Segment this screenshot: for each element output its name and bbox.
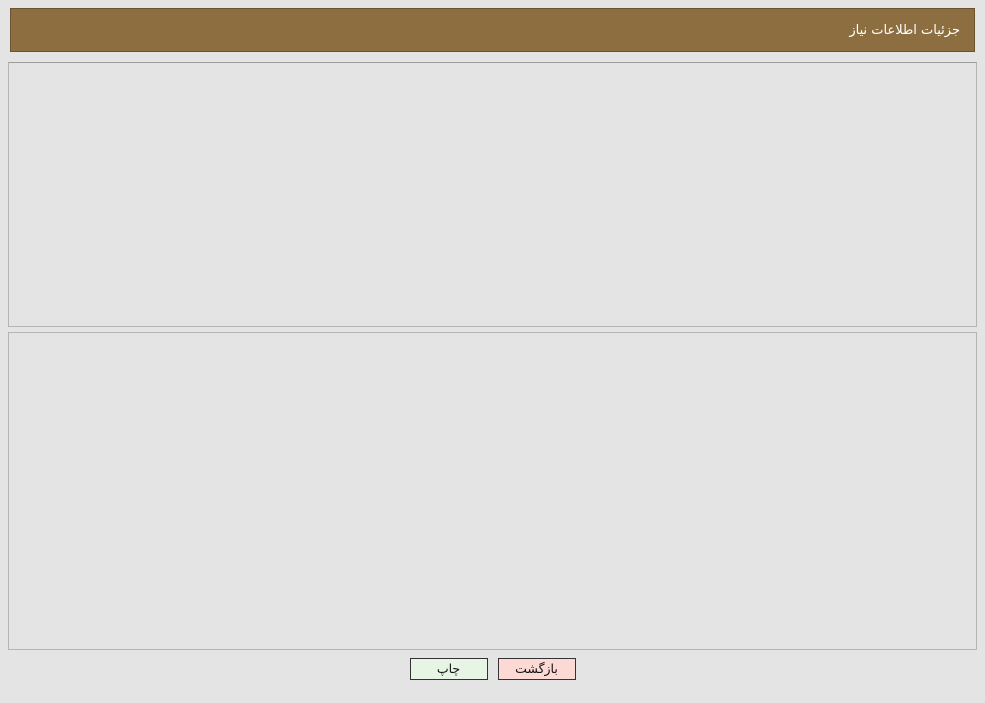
page-header: جزئیات اطلاعات نیاز (10, 8, 975, 52)
page-root: AriaTender.net جزئیات اطلاعات نیاز شماره… (0, 0, 985, 703)
page-title: جزئیات اطلاعات نیاز (849, 22, 960, 38)
back-button[interactable]: بازگشت (497, 658, 576, 680)
details-panel (8, 332, 977, 650)
action-buttons: بازگشت چاپ (0, 658, 985, 680)
print-button[interactable]: چاپ (409, 658, 488, 680)
need-info-panel (8, 62, 977, 327)
